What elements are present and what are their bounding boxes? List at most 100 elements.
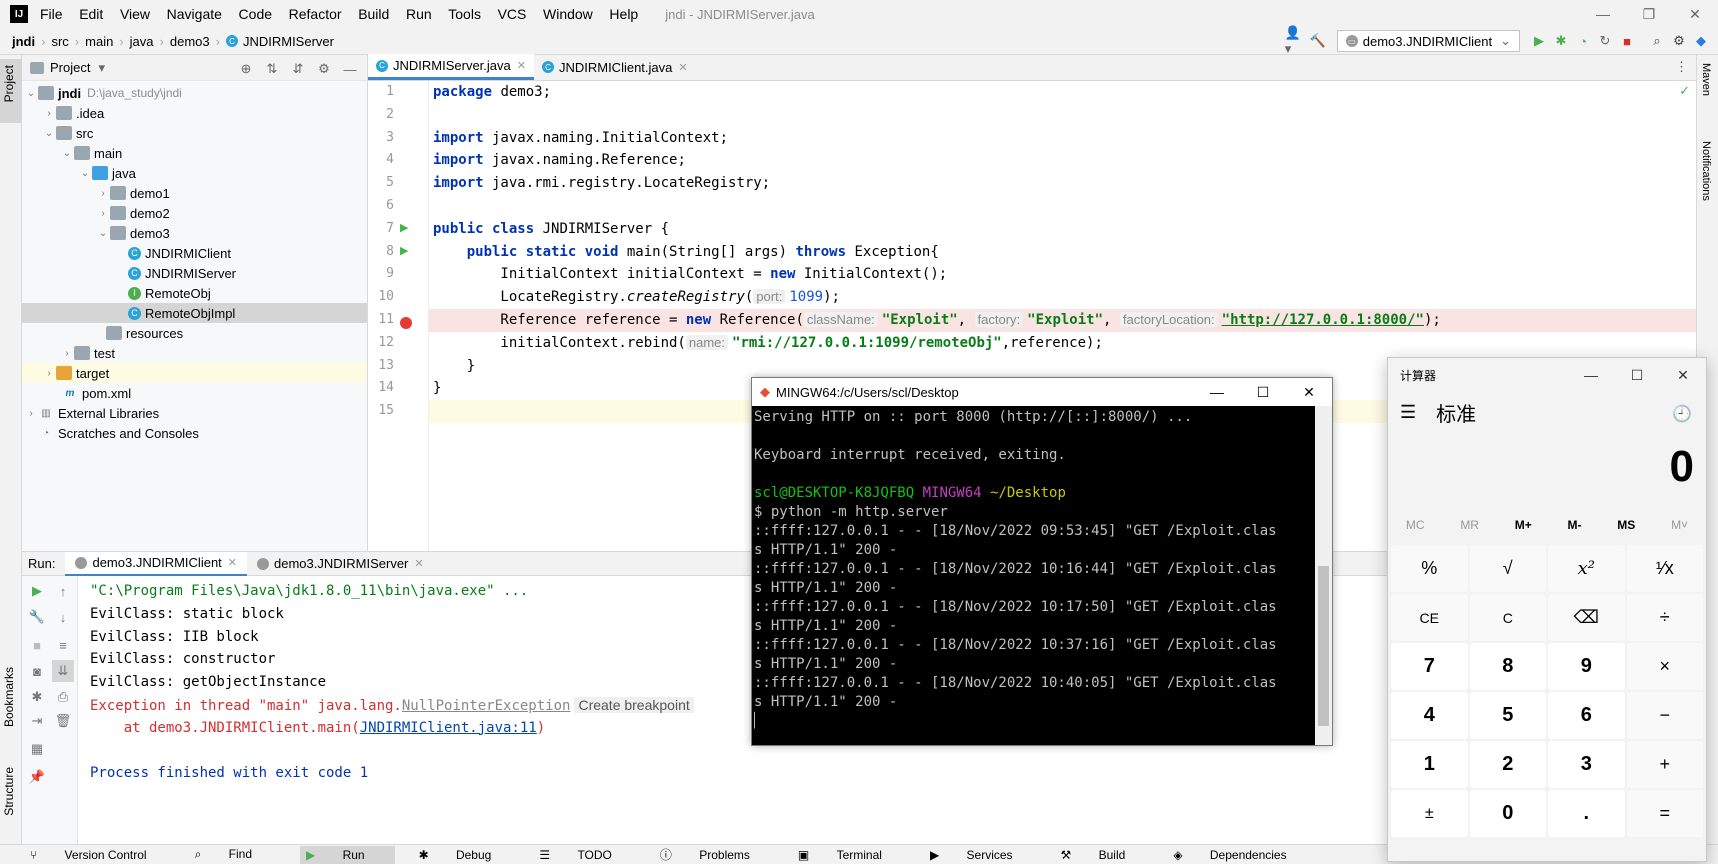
- ce-button[interactable]: CE: [1391, 594, 1468, 641]
- negate-button[interactable]: ±: [1391, 790, 1468, 837]
- profile-icon[interactable]: ↻: [1594, 30, 1616, 52]
- chevron-down-icon[interactable]: ⌄: [96, 228, 110, 239]
- tree-item-demo3[interactable]: ⌄ demo3: [22, 223, 367, 243]
- wrench-icon[interactable]: 🔧: [26, 606, 48, 628]
- build-tab[interactable]: ⚒ Build: [1061, 848, 1150, 862]
- tab-jndirmiclient[interactable]: C JNDIRMIClient.java ✕: [534, 54, 696, 80]
- close-icon[interactable]: ✕: [1672, 0, 1718, 28]
- mr-button[interactable]: MR: [1460, 518, 1479, 532]
- tree-item-src[interactable]: ⌄ src: [22, 123, 367, 143]
- chevron-down-icon[interactable]: ▾: [98, 60, 105, 76]
- tab-jndirmiserver[interactable]: C JNDIRMIServer.java ✕: [368, 54, 534, 80]
- notifications-tool-tab[interactable]: Notifications: [1700, 141, 1712, 201]
- menu-file[interactable]: File: [40, 6, 63, 22]
- chevron-right-icon[interactable]: ›: [60, 348, 74, 359]
- more-icon[interactable]: ⋮: [1675, 59, 1688, 75]
- minimize-icon[interactable]: —: [1580, 0, 1626, 28]
- scrollbar-thumb[interactable]: [1318, 566, 1329, 726]
- tree-item-jndirmiclient[interactable]: C JNDIRMIClient: [22, 243, 367, 263]
- maximize-icon[interactable]: ☐: [1240, 378, 1286, 406]
- breadcrumb-class[interactable]: JNDIRMIServer: [243, 34, 334, 49]
- digit-4-button[interactable]: 4: [1391, 692, 1468, 739]
- restore-icon[interactable]: ❐: [1626, 0, 1672, 28]
- menu-view[interactable]: View: [120, 6, 150, 22]
- login-icon[interactable]: ⇥: [26, 710, 48, 732]
- equals-button[interactable]: =: [1626, 790, 1703, 837]
- tree-item-target[interactable]: › target: [22, 363, 367, 383]
- camera-icon[interactable]: ◙: [26, 660, 48, 682]
- run-tab[interactable]: ▶ Run: [300, 845, 395, 864]
- tree-item-idea[interactable]: › .idea: [22, 103, 367, 123]
- run-gutter-icon[interactable]: ▶: [400, 221, 408, 234]
- rerun-icon[interactable]: ▶: [26, 580, 48, 602]
- breadcrumb-jndi[interactable]: jndi: [12, 34, 35, 49]
- tree-item-java[interactable]: ⌄ java: [22, 163, 367, 183]
- history-icon[interactable]: 🕘: [1672, 404, 1692, 424]
- m-plus-button[interactable]: M+: [1515, 518, 1532, 532]
- chevron-right-icon[interactable]: ›: [96, 208, 110, 219]
- square-button[interactable]: x²: [1548, 545, 1625, 592]
- close-tab-icon[interactable]: ✕: [414, 557, 423, 570]
- scroll-end-icon[interactable]: ⇊: [52, 660, 74, 682]
- collapse-all-icon[interactable]: ⇵: [287, 58, 309, 80]
- menu-window[interactable]: Window: [543, 6, 593, 22]
- run-gutter-icon[interactable]: ▶: [400, 244, 408, 257]
- menu-navigate[interactable]: Navigate: [167, 6, 222, 22]
- search-icon[interactable]: ⌕: [1646, 30, 1668, 52]
- terminal-output[interactable]: Serving HTTP on :: port 8000 (http://[::…: [754, 408, 1314, 743]
- stop-icon[interactable]: ■: [1616, 30, 1638, 52]
- tree-item-remoteobj[interactable]: I RemoteObj: [22, 283, 367, 303]
- hamburger-menu-icon[interactable]: ☰: [1400, 402, 1416, 423]
- debug-icon[interactable]: ✱: [1550, 30, 1572, 52]
- tree-item-main[interactable]: ⌄ main: [22, 143, 367, 163]
- tree-item-jndirmiserver[interactable]: C JNDIRMIServer: [22, 263, 367, 283]
- coverage-icon[interactable]: ◔: [1572, 30, 1594, 52]
- tree-item-demo2[interactable]: › demo2: [22, 203, 367, 223]
- print-icon[interactable]: ⎙: [52, 686, 74, 708]
- pin-icon[interactable]: 📌: [26, 766, 48, 788]
- digit-9-button[interactable]: 9: [1548, 643, 1625, 690]
- close-icon[interactable]: ✕: [1660, 358, 1706, 392]
- digit-5-button[interactable]: 5: [1469, 692, 1546, 739]
- gear-icon[interactable]: ⚙: [313, 58, 335, 80]
- digit-2-button[interactable]: 2: [1469, 741, 1546, 788]
- chevron-down-icon[interactable]: ⌄: [24, 88, 38, 99]
- terminal-scrollbar[interactable]: [1315, 406, 1332, 745]
- multiply-button[interactable]: ×: [1626, 643, 1703, 690]
- down-icon[interactable]: ↓: [52, 606, 74, 628]
- bookmarks-tool-tab[interactable]: Bookmarks: [2, 667, 16, 727]
- chevron-right-icon[interactable]: ›: [96, 188, 110, 199]
- digit-6-button[interactable]: 6: [1548, 692, 1625, 739]
- m-minus-button[interactable]: M-: [1568, 518, 1582, 532]
- tree-item-resources[interactable]: resources: [22, 323, 367, 343]
- minimize-icon[interactable]: —: [1194, 378, 1240, 406]
- menu-code[interactable]: Code: [239, 6, 272, 22]
- run-tab-server[interactable]: demo3.JNDIRMIServer ✕: [247, 552, 434, 576]
- menu-run[interactable]: Run: [406, 6, 432, 22]
- debug-tab[interactable]: ✱ Debug: [419, 848, 516, 862]
- menu-vcs[interactable]: VCS: [498, 6, 527, 22]
- terminal-tab[interactable]: ▣ Terminal: [798, 848, 906, 862]
- tree-item-pom[interactable]: m pom.xml: [22, 383, 367, 403]
- up-icon[interactable]: ↑: [52, 580, 74, 602]
- close-tab-icon[interactable]: ✕: [678, 61, 687, 74]
- menu-refactor[interactable]: Refactor: [289, 6, 342, 22]
- digit-1-button[interactable]: 1: [1391, 741, 1468, 788]
- stacktrace-link[interactable]: JNDIRMIClient.java:11: [360, 720, 537, 736]
- jetbrains-icon[interactable]: ◆: [1690, 30, 1712, 52]
- stop-icon[interactable]: ■: [26, 634, 48, 656]
- mc-button[interactable]: MC: [1406, 518, 1425, 532]
- locate-icon[interactable]: ⊕: [235, 58, 257, 80]
- maximize-icon[interactable]: ☐: [1614, 358, 1660, 392]
- tree-item-remoteobjimpl[interactable]: C RemoteObjImpl: [22, 303, 367, 323]
- tree-item-scratches[interactable]: ◔ Scratches and Consoles: [22, 423, 367, 443]
- version-control-tab[interactable]: ⑂ Version Control: [30, 848, 171, 862]
- ms-button[interactable]: MS: [1617, 518, 1635, 532]
- close-icon[interactable]: ✕: [1286, 378, 1332, 406]
- settings-gear-icon[interactable]: ⚙: [1668, 30, 1690, 52]
- clear-button[interactable]: C: [1469, 594, 1546, 641]
- minimize-icon[interactable]: —: [1568, 358, 1614, 392]
- create-breakpoint-button[interactable]: Create breakpoint: [574, 696, 694, 713]
- gc-icon[interactable]: ✱: [26, 686, 48, 708]
- tree-item-demo1[interactable]: › demo1: [22, 183, 367, 203]
